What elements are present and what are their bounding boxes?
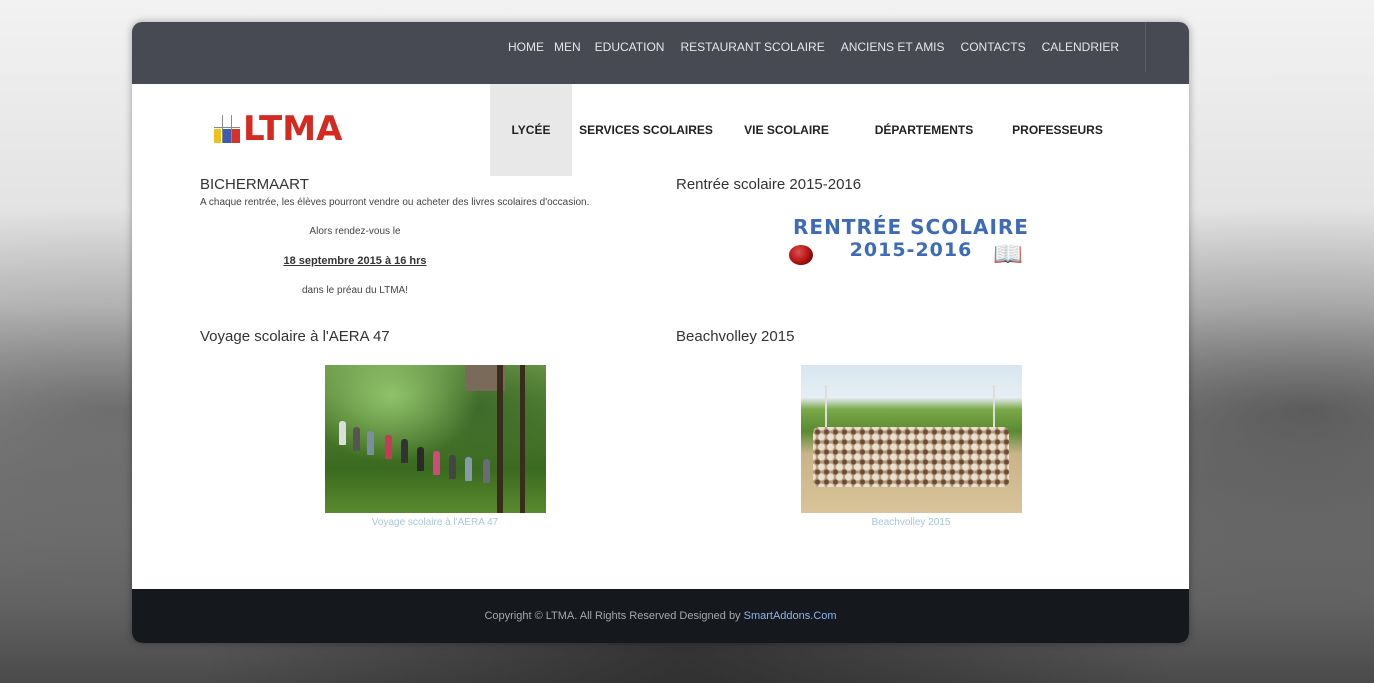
copyright-text: Copyright © LTMA. All Rights Reserved De… — [484, 610, 741, 622]
article-title[interactable]: Rentrée scolaire 2015-2016 — [676, 176, 1146, 193]
article-date: 18 septembre 2015 à 16 hrs — [200, 255, 510, 268]
topnav-anciens-et-amis[interactable]: ANCIENS ET AMIS — [841, 40, 945, 54]
book-reading-icon: 📖 — [993, 241, 1023, 268]
article-title[interactable]: Beachvolley 2015 — [676, 328, 1146, 345]
mainnav-departements[interactable]: DÉPARTEMENTS — [853, 84, 995, 176]
article-voyage: Voyage scolaire à l'AERA 47 Voyage scola… — [200, 328, 670, 528]
mainnav-professeurs[interactable]: PROFESSEURS — [995, 84, 1120, 176]
topnav-education[interactable]: EDUCATION — [595, 40, 665, 54]
smartaddons-link[interactable]: SmartAddons.Com — [744, 610, 837, 622]
article-beachvolley: Beachvolley 2015 Beachvolley 2015 — [676, 328, 1146, 528]
rentree-banner-image[interactable]: RENTRÉE SCOLAIRE 2015-2016 📖 — [781, 215, 1041, 279]
article-intro: A chaque rentrée, les élèves pourront ve… — [200, 197, 590, 208]
topnav-restaurant-scolaire[interactable]: RESTAURANT SCOLAIRE — [680, 40, 824, 54]
site-header: LTMA LYCÉE SERVICES SCOLAIRES VIE SCOLAI… — [132, 84, 1189, 176]
article-bichermaart: BICHERMAART A chaque rentrée, les élèves… — [200, 176, 670, 314]
ltma-logo[interactable]: LTMA — [214, 112, 342, 146]
main-nav: LYCÉE SERVICES SCOLAIRES VIE SCOLAIRE DÉ… — [490, 84, 1120, 176]
article-title[interactable]: Voyage scolaire à l'AERA 47 — [200, 328, 670, 345]
mainnav-services-scolaires[interactable]: SERVICES SCOLAIRES — [572, 84, 720, 176]
top-nav: HOME MEN EDUCATION RESTAURANT SCOLAIRE A… — [500, 22, 1146, 72]
main-content: BICHERMAART A chaque rentrée, les élèves… — [132, 176, 1189, 581]
topnav-men[interactable]: MEN — [554, 40, 581, 54]
logo-text: LTMA — [243, 109, 343, 149]
voyage-caption[interactable]: Voyage scolaire à l'AERA 47 — [200, 517, 670, 528]
site-footer: Copyright © LTMA. All Rights Reserved De… — [132, 589, 1189, 643]
voyage-photo[interactable] — [324, 365, 546, 513]
beachvolley-photo[interactable] — [800, 365, 1022, 513]
article-title[interactable]: BICHERMAART — [200, 176, 670, 193]
mainnav-lycee[interactable]: LYCÉE — [490, 84, 572, 176]
topnav-calendrier[interactable]: CALENDRIER — [1042, 40, 1119, 54]
article-line: Alors rendez-vous le — [309, 226, 401, 237]
event-date: 18 septembre 2015 à 16 hrs — [283, 255, 427, 267]
mainnav-vie-scolaire[interactable]: VIE SCOLAIRE — [720, 84, 853, 176]
article-line: dans le préau du LTMA! — [302, 285, 408, 297]
banner-line-1: RENTRÉE SCOLAIRE — [793, 215, 1029, 239]
top-navigation-bar: HOME MEN EDUCATION RESTAURANT SCOLAIRE A… — [132, 22, 1189, 84]
logo-mark-icon — [214, 115, 240, 143]
topnav-home[interactable]: HOME — [508, 40, 544, 54]
topnav-contacts[interactable]: CONTACTS — [961, 40, 1026, 54]
article-rentree: Rentrée scolaire 2015-2016 RENTRÉE SCOLA… — [676, 176, 1146, 279]
page-container: HOME MEN EDUCATION RESTAURANT SCOLAIRE A… — [132, 22, 1189, 643]
beachvolley-caption[interactable]: Beachvolley 2015 — [676, 517, 1146, 528]
